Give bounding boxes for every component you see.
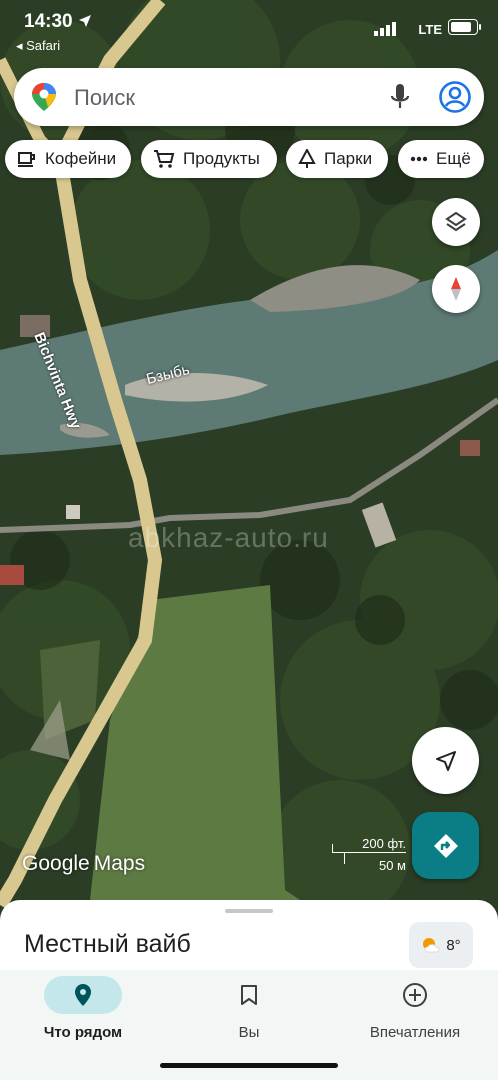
chip-groceries-label: Продукты: [183, 149, 260, 168]
back-to-safari[interactable]: ◂ Safari: [16, 38, 60, 54]
search-bar[interactable]: [14, 68, 484, 126]
status-time: 14:30: [24, 11, 92, 33]
chip-parks-label: Парки: [324, 149, 373, 168]
cart-icon: [154, 150, 175, 168]
nav-explore-pill: [44, 976, 122, 1014]
navigation-arrow-icon: [435, 750, 456, 771]
chip-parks[interactable]: Парки: [286, 140, 388, 178]
layers-icon: [445, 211, 467, 232]
compass-button[interactable]: [432, 265, 480, 313]
scale-meters: 50 м: [378, 858, 406, 873]
nav-explore[interactable]: Что рядом: [0, 976, 166, 1046]
search-input[interactable]: [72, 78, 376, 118]
microphone-icon[interactable]: [390, 83, 410, 111]
chip-more[interactable]: Ещё: [398, 140, 484, 178]
sheet-title: Местный вайб: [24, 930, 191, 958]
directions-icon: [433, 833, 458, 858]
account-icon[interactable]: [438, 80, 472, 114]
google-maps-logo: Google Maps: [22, 852, 146, 875]
sheet-drag-handle[interactable]: [225, 909, 273, 913]
nav-explore-label: Что рядом: [43, 1024, 123, 1041]
battery-icon: [448, 19, 481, 35]
nav-contribute-pill: [376, 976, 454, 1014]
location-pin-icon: [75, 984, 91, 1006]
add-circle-icon: [403, 983, 427, 1007]
nav-contribute-label: Впечатления: [369, 1024, 461, 1041]
my-location-button[interactable]: [412, 727, 479, 794]
coffee-icon: [18, 152, 35, 167]
directions-button[interactable]: [412, 812, 479, 879]
bookmark-icon: [241, 985, 257, 1005]
status-bar: 14:30 ◂ Safari LTE: [0, 0, 498, 60]
weather-temp: 8°: [446, 936, 461, 954]
map-scale: 200 фт. 50 м: [332, 836, 406, 876]
network-type: LTE: [418, 22, 442, 37]
tree-icon: [298, 149, 316, 168]
partly-sunny-icon: [423, 938, 440, 953]
nav-you-label: Вы: [238, 1024, 260, 1041]
watermark: abkhaz-auto.ru: [128, 522, 329, 553]
nav-contribute[interactable]: Впечатления: [332, 976, 498, 1046]
chip-more-label: Ещё: [436, 149, 471, 168]
nav-you[interactable]: Вы: [166, 976, 332, 1046]
chip-groceries[interactable]: Продукты: [141, 140, 277, 178]
chip-coffee-label: Кофейни: [45, 149, 117, 168]
home-indicator[interactable]: [160, 1063, 338, 1068]
compass-icon: [451, 277, 461, 301]
scale-feet: 200 фт.: [362, 836, 406, 851]
nav-you-pill: [210, 976, 288, 1014]
layers-button[interactable]: [432, 198, 480, 246]
chip-coffee[interactable]: Кофейни: [5, 140, 131, 178]
weather-badge[interactable]: 8°: [409, 922, 473, 968]
location-arrow-icon: [78, 15, 91, 27]
more-dots-icon: [410, 156, 428, 162]
category-chips: Кофейни Продукты Парки Ещё: [5, 140, 498, 178]
signal-icon: [374, 22, 396, 36]
google-maps-pin-icon: [32, 83, 56, 111]
